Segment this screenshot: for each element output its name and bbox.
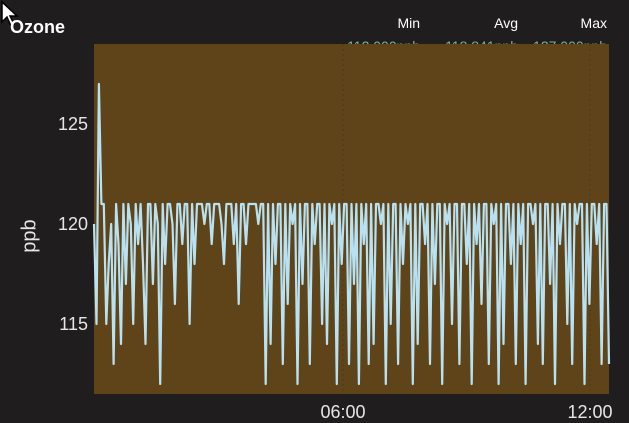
y-tick-label: 125 xyxy=(58,114,88,134)
x-tick-label: 12:00 xyxy=(567,402,612,422)
y-tick-label: 115 xyxy=(59,314,88,334)
x-tick-label: 06:00 xyxy=(320,402,365,422)
ozone-chart: 115 120 125 06:00 12:00 xyxy=(58,44,613,422)
y-tick-label: 120 xyxy=(58,214,88,234)
